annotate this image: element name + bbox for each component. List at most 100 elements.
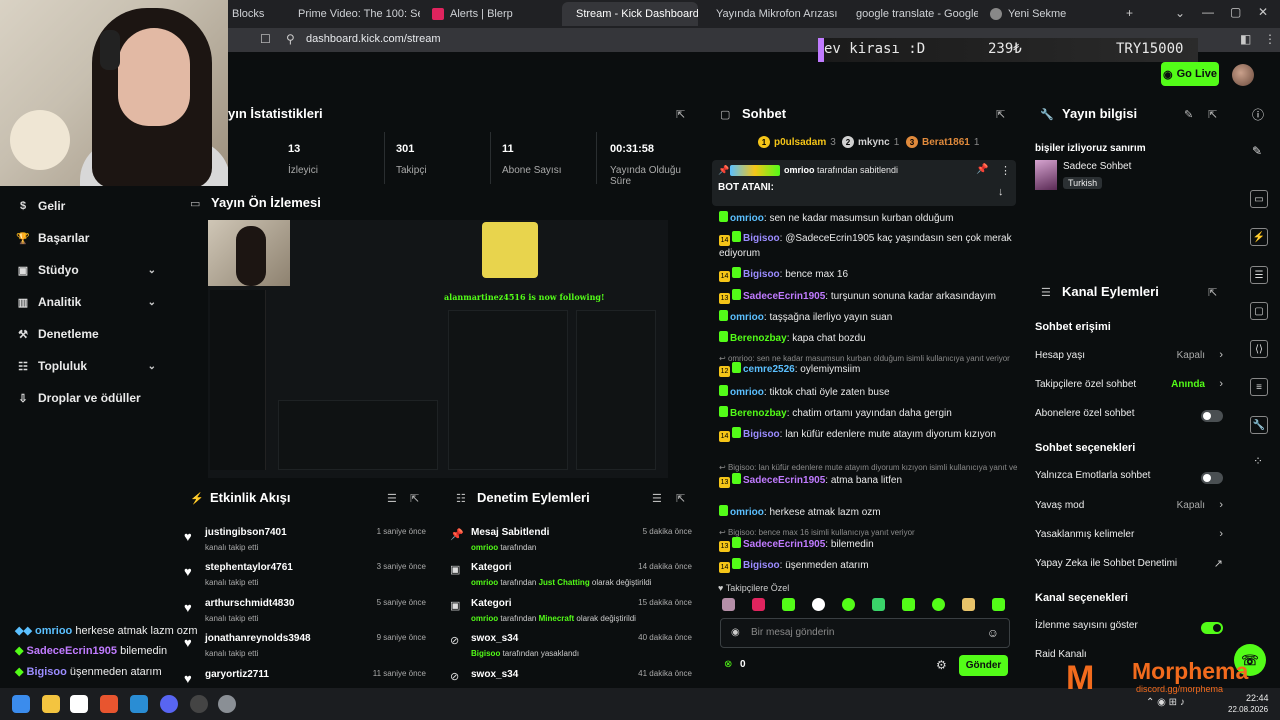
toggle-switch[interactable] — [1201, 410, 1223, 422]
setting-banned-words[interactable]: Yasaklanmış kelimeler › — [1035, 528, 1225, 547]
follower-name[interactable]: arthurschmidt4830 — [205, 598, 294, 609]
obs-icon[interactable] — [190, 695, 208, 713]
more-options-icon[interactable]: ⋮ — [1000, 164, 1011, 177]
popout-icon[interactable]: ⇱ — [676, 108, 685, 121]
chat-username[interactable]: Bigisoo — [743, 429, 780, 440]
list-icon[interactable]: ☰ — [1250, 266, 1268, 284]
pinned-user[interactable]: omrioo — [784, 165, 815, 175]
setting-account-age[interactable]: Hesap yaşı Kapalı › — [1035, 349, 1225, 368]
settings-icon[interactable] — [218, 695, 236, 713]
gear-icon[interactable]: ⚙ — [936, 658, 947, 672]
moderator-name[interactable]: Bigisoo — [471, 649, 500, 658]
chat-input[interactable]: ◉ Bir mesaj gönderin ☺ — [720, 618, 1010, 648]
system-tray-icons[interactable]: ⌃ ◉ ⊞ ♪ — [1146, 697, 1185, 708]
chat-username[interactable]: Bigisoo — [743, 560, 780, 571]
clock-date[interactable]: 22.08.2026 — [1228, 705, 1268, 714]
toggle-switch[interactable] — [1201, 472, 1223, 484]
sidebar-item-basarilar[interactable]: 🏆 Başarılar — [16, 228, 160, 248]
chat-username[interactable]: cemre2526 — [743, 364, 795, 375]
popout-icon[interactable]: ⇱ — [410, 492, 419, 505]
setting-followers-only[interactable]: Takipçilere özel sohbet Anında › — [1035, 378, 1225, 397]
chat-username[interactable]: SadeceEcrin1905 — [743, 539, 825, 550]
sidebar-toggle-icon[interactable]: ◧ — [1240, 32, 1251, 46]
setting-ai-moderation[interactable]: Yapay Zeka ile Sohbet Denetimi ↗ — [1035, 558, 1225, 576]
sidebar-item-topluluk[interactable]: ☷ Topluluk ⌄ — [16, 356, 160, 376]
tab-prime-video[interactable]: Prime Video: The 100: Sezon 7 — [284, 2, 420, 26]
toggle-switch[interactable] — [1201, 622, 1223, 634]
sidebar-item-gelir[interactable]: $ Gelir — [16, 196, 160, 216]
close-window-icon[interactable]: ✕ — [1258, 5, 1268, 19]
emote[interactable] — [902, 598, 915, 611]
info-icon[interactable]: ⓘ — [1252, 106, 1264, 123]
extensions-icon[interactable]: ⁘ — [1253, 454, 1263, 468]
arrow-down-icon[interactable]: ↓ — [998, 186, 1004, 198]
chat-username[interactable]: SadeceEcrin1905 — [743, 475, 825, 486]
code-icon[interactable]: ⟨⟩ — [1250, 340, 1268, 358]
follower-name[interactable]: garyortiz2711 — [205, 669, 269, 680]
stream-category[interactable]: Sadece Sohbet — [1063, 161, 1131, 172]
wrench-icon[interactable]: 🔧 — [1250, 416, 1268, 434]
maximize-icon[interactable]: ▢ — [1230, 5, 1241, 19]
pin-icon[interactable]: 📌 — [976, 164, 988, 175]
tab-new[interactable]: Yeni Sekme — [982, 2, 1112, 26]
top-gifter[interactable]: 2 mkync 1 — [842, 136, 899, 148]
edit-icon[interactable]: ✎ — [1252, 144, 1262, 158]
sidebar-item-denetleme[interactable]: ⚒ Denetleme — [16, 324, 160, 344]
chat-username[interactable]: omrioo — [730, 387, 764, 398]
category-thumbnail[interactable] — [1035, 160, 1057, 190]
chat-username[interactable]: omrioo — [730, 507, 764, 518]
emote[interactable] — [992, 598, 1005, 611]
discord-icon[interactable] — [160, 695, 178, 713]
tab-google[interactable]: google translate - Google'da A — [842, 2, 978, 26]
tab-blocks[interactable]: Blocks — [224, 2, 276, 26]
mail-icon[interactable] — [130, 695, 148, 713]
tab-kick-dashboard[interactable]: Stream - Kick Dashboard✕ — [562, 2, 698, 26]
stream-icon[interactable]: ▭ — [1250, 190, 1268, 208]
top-gifter[interactable]: 1 p0ulsadam 3 — [758, 136, 836, 148]
popout-icon[interactable]: ⇱ — [1208, 286, 1217, 299]
sidebar-item-droplar[interactable]: ⇩ Droplar ve ödüller — [16, 388, 160, 408]
add-tab-icon[interactable]: + — [1126, 6, 1133, 20]
top-gifter[interactable]: 3 Berat1861 1 — [906, 136, 979, 148]
tab-mikrofon[interactable]: Yayında Mikrofon Arızası Çöz — [702, 2, 838, 26]
bookmark-icon[interactable]: ☐ — [260, 32, 271, 46]
chat-username[interactable]: Bigisoo — [743, 269, 780, 280]
emoji-icon[interactable]: ☺ — [987, 626, 999, 640]
chat-username[interactable]: omrioo — [730, 312, 764, 323]
emote[interactable] — [722, 598, 735, 611]
store-icon[interactable] — [70, 695, 88, 713]
chat-username[interactable]: Berenozbay — [730, 408, 787, 419]
sidebar-item-analitik[interactable]: ▥ Analitik ⌄ — [16, 292, 160, 312]
chat-username[interactable]: omrioo — [730, 213, 764, 224]
tab-list-icon[interactable]: ⌄ — [1175, 6, 1185, 20]
database-icon[interactable]: ≡ — [1250, 378, 1268, 396]
chat-icon[interactable]: ▢ — [1250, 302, 1268, 320]
popout-icon[interactable]: ⇱ — [1208, 108, 1217, 121]
minimize-icon[interactable]: — — [1202, 5, 1214, 19]
send-button[interactable]: Gönder — [959, 655, 1008, 676]
filter-icon[interactable]: ☰ — [652, 492, 662, 505]
emote[interactable] — [872, 598, 885, 611]
tab-blerp[interactable]: Alerts | Blerp — [424, 2, 554, 26]
emote[interactable] — [962, 598, 975, 611]
file-explorer-icon[interactable] — [42, 695, 60, 713]
brave-icon[interactable] — [100, 695, 118, 713]
popout-icon[interactable]: ⇱ — [676, 492, 685, 505]
filter-icon[interactable]: ☰ — [387, 492, 397, 505]
setting-slow-mode[interactable]: Yavaş mod Kapalı › — [1035, 499, 1225, 518]
follower-name[interactable]: jonathanreynolds3948 — [205, 633, 311, 644]
bolt-icon[interactable]: ⚡ — [1250, 228, 1268, 246]
moderator-name[interactable]: omrioo — [471, 614, 498, 623]
avatar[interactable] — [1232, 64, 1254, 86]
go-live-button[interactable]: ◉ Go Live — [1161, 62, 1219, 86]
url-field[interactable]: dashboard.kick.com/stream — [306, 33, 441, 45]
chat-username[interactable]: Bigisoo — [743, 233, 780, 244]
emote[interactable] — [932, 598, 945, 611]
site-info-icon[interactable]: ⚲ — [286, 32, 295, 46]
stream-preview[interactable]: alanmartinez4516 is now following! — [208, 220, 668, 478]
emote[interactable] — [782, 598, 795, 611]
emote[interactable] — [752, 598, 765, 611]
follower-name[interactable]: justingibson7401 — [205, 527, 287, 538]
windows-start-icon[interactable] — [12, 695, 30, 713]
emote[interactable] — [842, 598, 855, 611]
